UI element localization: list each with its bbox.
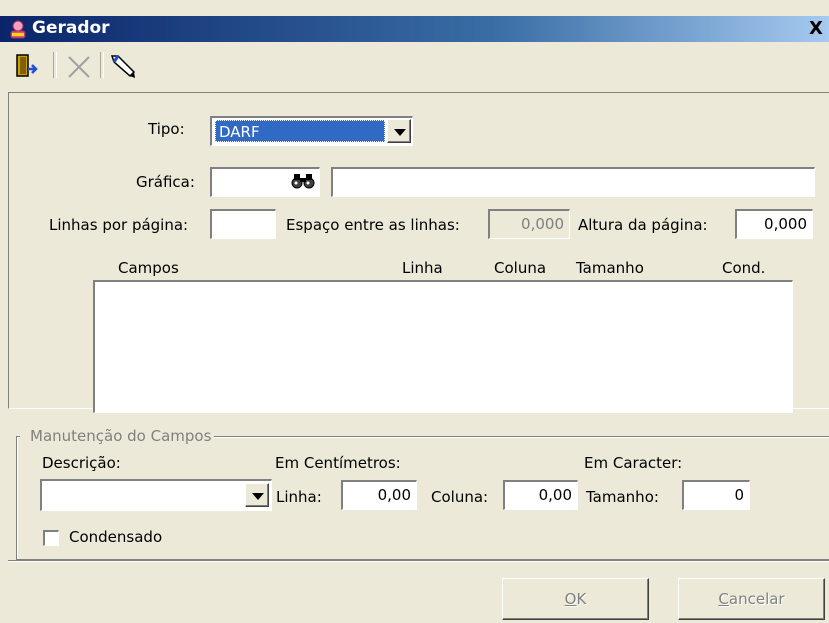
condensado-checkbox[interactable] (43, 530, 59, 546)
grafica-name-input[interactable] (331, 167, 815, 197)
descricao-combobox[interactable] (40, 479, 272, 511)
group-title: Manutenção do Campos (20, 427, 215, 445)
column-header-campos[interactable]: Campos (118, 259, 179, 277)
close-button[interactable]: X (804, 18, 828, 40)
column-header-coluna[interactable]: Coluna (494, 259, 546, 277)
edit-pen-icon[interactable] (108, 52, 138, 82)
campos-list[interactable] (93, 280, 793, 413)
espaco-entre-linhas-input[interactable]: 0,000 (488, 209, 570, 239)
bottom-divider (8, 560, 829, 562)
linha-input[interactable]: 0,00 (341, 480, 417, 510)
gerador-window: Gerador X Tipo: DARF Gráfica: Linhas por… (0, 0, 829, 623)
window-title: Gerador (32, 18, 110, 38)
linhas-por-pagina-input[interactable] (210, 209, 276, 239)
title-bar[interactable]: Gerador X (0, 16, 829, 42)
ok-button[interactable]: OK (502, 578, 649, 620)
condensado-label[interactable]: Condensado (69, 528, 162, 546)
toolbar-separator (53, 52, 57, 78)
cancel-hotkey: C (718, 590, 729, 608)
tipo-dropdown-arrow-icon[interactable] (387, 119, 411, 143)
ok-label-rest: K (576, 590, 587, 608)
toolbar (0, 42, 829, 92)
delete-x-icon[interactable] (65, 54, 93, 80)
exit-door-icon[interactable] (14, 52, 40, 80)
em-caracter-label: Em Caracter: (584, 454, 683, 472)
binoculars-search-icon[interactable] (290, 172, 316, 190)
tamanho-label: Tamanho: (586, 488, 659, 506)
linhas-label: Linhas por página: (49, 216, 189, 234)
coluna-label: Coluna: (431, 488, 489, 506)
tipo-selected-value: DARF (215, 120, 385, 142)
coluna-input[interactable]: 0,00 (503, 480, 578, 510)
espaco-label: Espaço entre as linhas: (286, 216, 460, 234)
linha-label: Linha: (276, 488, 322, 506)
ok-hotkey: O (564, 590, 577, 608)
cancel-label-rest: ancelar (728, 590, 785, 608)
descricao-dropdown-arrow-icon[interactable] (245, 483, 269, 507)
em-centimetros-label: Em Centímetros: (275, 454, 401, 472)
altura-label: Altura da página: (578, 216, 708, 234)
column-header-cond[interactable]: Cond. (722, 259, 765, 277)
column-header-linha[interactable]: Linha (402, 259, 443, 277)
app-person-icon (10, 20, 26, 39)
cancel-button[interactable]: Cancelar (678, 578, 825, 620)
descricao-label: Descrição: (42, 454, 121, 472)
tamanho-input[interactable]: 0 (682, 480, 750, 510)
altura-pagina-input[interactable]: 0,000 (735, 209, 813, 239)
grafica-label: Gráfica: (136, 173, 195, 191)
column-header-tamanho[interactable]: Tamanho (576, 259, 644, 277)
toolbar-separator (100, 52, 104, 78)
tipo-label: Tipo: (148, 120, 185, 138)
tipo-combobox[interactable]: DARF (210, 116, 413, 146)
